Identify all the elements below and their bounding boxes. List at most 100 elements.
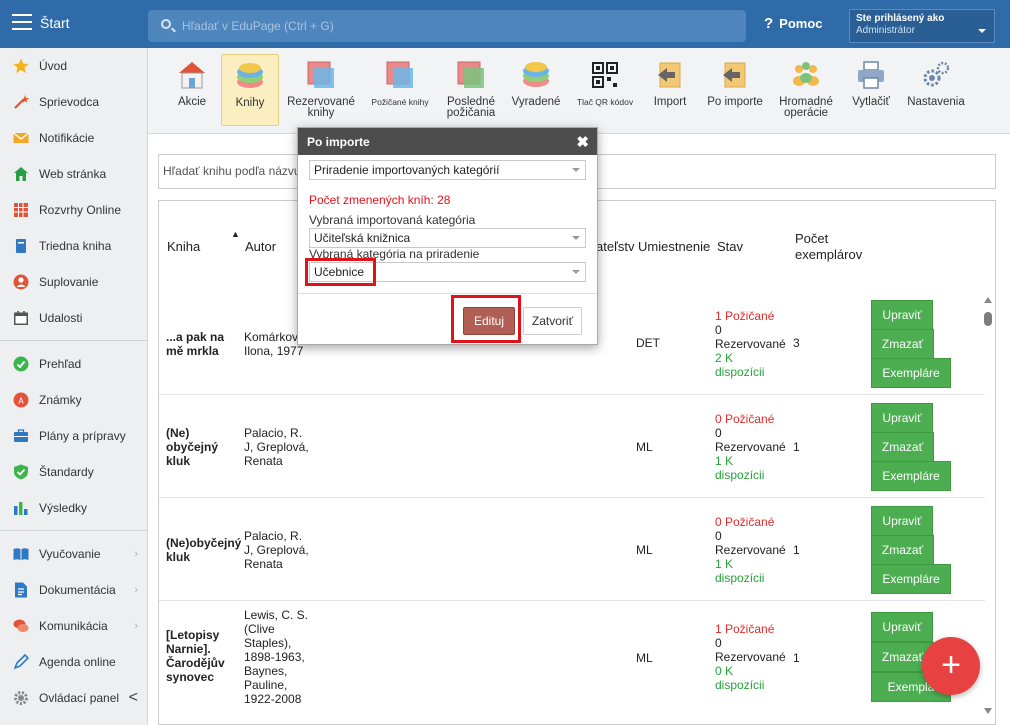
copies-button[interactable]: Exempláre xyxy=(871,461,951,491)
dialog-title: Po importe xyxy=(307,135,370,149)
delete-book-button[interactable]: Zmazať xyxy=(871,535,934,565)
sort-asc-icon[interactable]: ▲ xyxy=(231,229,240,239)
chevron-right-icon: › xyxy=(134,620,138,632)
gear-icon xyxy=(14,691,28,705)
book-location: ML xyxy=(636,651,653,665)
sidebar-item-suplovanie[interactable]: Suplovanie xyxy=(0,264,148,300)
col-header-status[interactable]: Stav xyxy=(717,239,743,254)
delete-book-button[interactable]: Zmazať xyxy=(871,329,934,359)
book-count: 1 xyxy=(793,543,800,557)
sidebar-divider xyxy=(0,340,148,341)
copies-button[interactable]: Exempláre xyxy=(871,564,951,594)
sidebar-item-label: Triedna kniha xyxy=(39,239,112,253)
sidebar: Úvod Sprievodca Notifikácie Web stránka … xyxy=(0,48,148,725)
sidebar-item-dokumentacia[interactable]: Dokumentácia › xyxy=(0,572,148,608)
toolbar-vyradene-button[interactable]: Vyradené xyxy=(506,54,566,126)
sidebar-item-ovladaci-panel[interactable]: Ovládací panel < xyxy=(0,680,148,716)
chat-icon xyxy=(13,619,29,632)
scroll-up-icon[interactable] xyxy=(984,297,992,303)
collapse-sidebar-icon[interactable]: < xyxy=(129,689,138,707)
sidebar-item-agenda[interactable]: Agenda online xyxy=(0,644,148,680)
search-input[interactable] xyxy=(182,16,722,36)
close-icon[interactable]: ✖ xyxy=(576,133,589,151)
help-button[interactable]: ? Pomoc xyxy=(764,15,823,32)
vertical-scrollbar[interactable] xyxy=(982,294,994,718)
toolbar-akcie-button[interactable]: Akcie xyxy=(164,54,220,126)
book-title[interactable]: (Ne)obyčejnýkluk xyxy=(166,536,241,564)
toolbar-qr-button[interactable]: Tlač QR kódov xyxy=(570,54,640,126)
sidebar-item-plany[interactable]: Plány a prípravy xyxy=(0,418,148,454)
action-select[interactable]: Priradenie importovaných kategórií xyxy=(309,160,586,180)
edit-book-button[interactable]: Upraviť xyxy=(871,506,933,536)
imported-category-label: Vybraná importovaná kategória xyxy=(309,213,476,227)
edit-book-button[interactable]: Upraviť xyxy=(871,403,933,433)
copies-button[interactable]: Exempláre xyxy=(871,358,951,388)
sidebar-item-uvod[interactable]: Úvod xyxy=(0,48,148,84)
briefcase-icon xyxy=(14,429,28,442)
chevron-right-icon: › xyxy=(134,584,138,596)
sidebar-item-rozvrhy[interactable]: Rozvrhy Online xyxy=(0,192,148,228)
search-icon xyxy=(161,19,171,29)
imported-category-select[interactable]: Učiteľská knižnica xyxy=(309,228,586,248)
toolbar-po-importe-button[interactable]: Po importe xyxy=(701,54,769,126)
sidebar-item-standardy[interactable]: Štandardy xyxy=(0,454,148,490)
col-header-publisher[interactable]: ateľstv xyxy=(596,239,634,254)
col-header-count[interactable]: Počet xyxy=(795,231,828,246)
delete-book-button[interactable]: Zmazať xyxy=(871,432,934,462)
sidebar-item-label: Notifikácie xyxy=(39,131,95,145)
book-title[interactable]: [Letopisy Narnie]. Čarodějův synovec xyxy=(166,628,225,684)
user-menu[interactable]: Ste prihlásený ako Administrátor xyxy=(849,9,995,43)
calendar-icon xyxy=(14,311,28,325)
menu-icon[interactable] xyxy=(12,14,32,32)
scroll-thumb[interactable] xyxy=(984,312,992,326)
close-button[interactable]: Zatvoriť xyxy=(523,307,582,335)
sidebar-item-web[interactable]: Web stránka xyxy=(0,156,148,192)
add-fab-button[interactable]: + xyxy=(922,637,980,695)
book-title[interactable]: ...a pak na mě mrkla xyxy=(166,330,224,358)
toolbar-hromadne-button[interactable]: Hromadné operácie xyxy=(774,54,838,126)
col-header-count-2: exemplárov xyxy=(795,247,863,262)
question-icon: ? xyxy=(764,15,774,32)
sidebar-item-komunikacia[interactable]: Komunikácia › xyxy=(0,608,148,644)
toolbar-label: Tlač QR kódov xyxy=(576,97,634,107)
edit-book-button[interactable]: Upraviť xyxy=(871,300,933,330)
col-header-location[interactable]: Umiestnenie xyxy=(638,239,710,254)
toolbar-label: knihy xyxy=(307,107,335,119)
book-status: 1 Požičané 0 Rezervované 0 K dispozícii xyxy=(715,622,786,692)
chevron-down-icon xyxy=(572,236,580,240)
sidebar-item-prehlad[interactable]: Prehľad xyxy=(0,346,148,382)
sidebar-item-label: Ovládací panel xyxy=(39,691,120,705)
toolbar-rezervovane-button[interactable]: Rezervované knihy xyxy=(283,54,359,126)
toolbar-posledne-button[interactable]: Posledné požičania xyxy=(438,54,504,126)
toolbar-label: Po importe xyxy=(707,96,763,108)
sidebar-item-udalosti[interactable]: Udalosti xyxy=(0,300,148,336)
table-row: (Ne)obyčejnýkluk Palacio, R.J, Greplová,… xyxy=(159,395,985,498)
grades-icon: A xyxy=(13,392,29,408)
edit-book-button[interactable]: Upraviť xyxy=(871,612,933,642)
start-label[interactable]: Štart xyxy=(40,15,70,31)
col-header-book[interactable]: Kniha xyxy=(167,239,200,254)
imported-category-value: Učiteľská knižnica xyxy=(314,231,411,245)
toolbar-pozicane-button[interactable]: Požičané knihy xyxy=(366,54,434,126)
house-icon xyxy=(179,62,205,89)
sidebar-item-vysledky[interactable]: Výsledky xyxy=(0,490,148,526)
book-title[interactable]: (Ne)obyčejnýkluk xyxy=(166,426,218,468)
sidebar-item-sprievodca[interactable]: Sprievodca xyxy=(0,84,148,120)
sidebar-item-znamky[interactable]: A Známky xyxy=(0,382,148,418)
col-header-author[interactable]: Autor xyxy=(245,239,276,254)
toolbar-vytlacit-button[interactable]: Vytlačiť xyxy=(844,54,898,126)
sidebar-item-vyucovanie[interactable]: Vyučovanie › xyxy=(0,536,148,572)
toolbar-nastavenia-button[interactable]: Nastavenia xyxy=(900,54,972,126)
document-icon xyxy=(15,582,27,598)
toolbar-import-button[interactable]: Import xyxy=(644,54,696,126)
sidebar-item-notifikacie[interactable]: Notifikácie xyxy=(0,120,148,156)
sidebar-item-label: Web stránka xyxy=(39,167,107,181)
sidebar-item-label: Dokumentácia xyxy=(39,583,116,597)
global-search[interactable] xyxy=(148,10,746,42)
scroll-down-icon[interactable] xyxy=(984,708,992,714)
books-stack-icon xyxy=(523,62,549,87)
borrowed-book-icon xyxy=(386,61,413,88)
toolbar-knihy-button[interactable]: Knihy xyxy=(221,54,279,126)
sidebar-item-triedna-kniha[interactable]: Triedna kniha xyxy=(0,228,148,264)
dialog-footer-divider xyxy=(298,293,597,294)
